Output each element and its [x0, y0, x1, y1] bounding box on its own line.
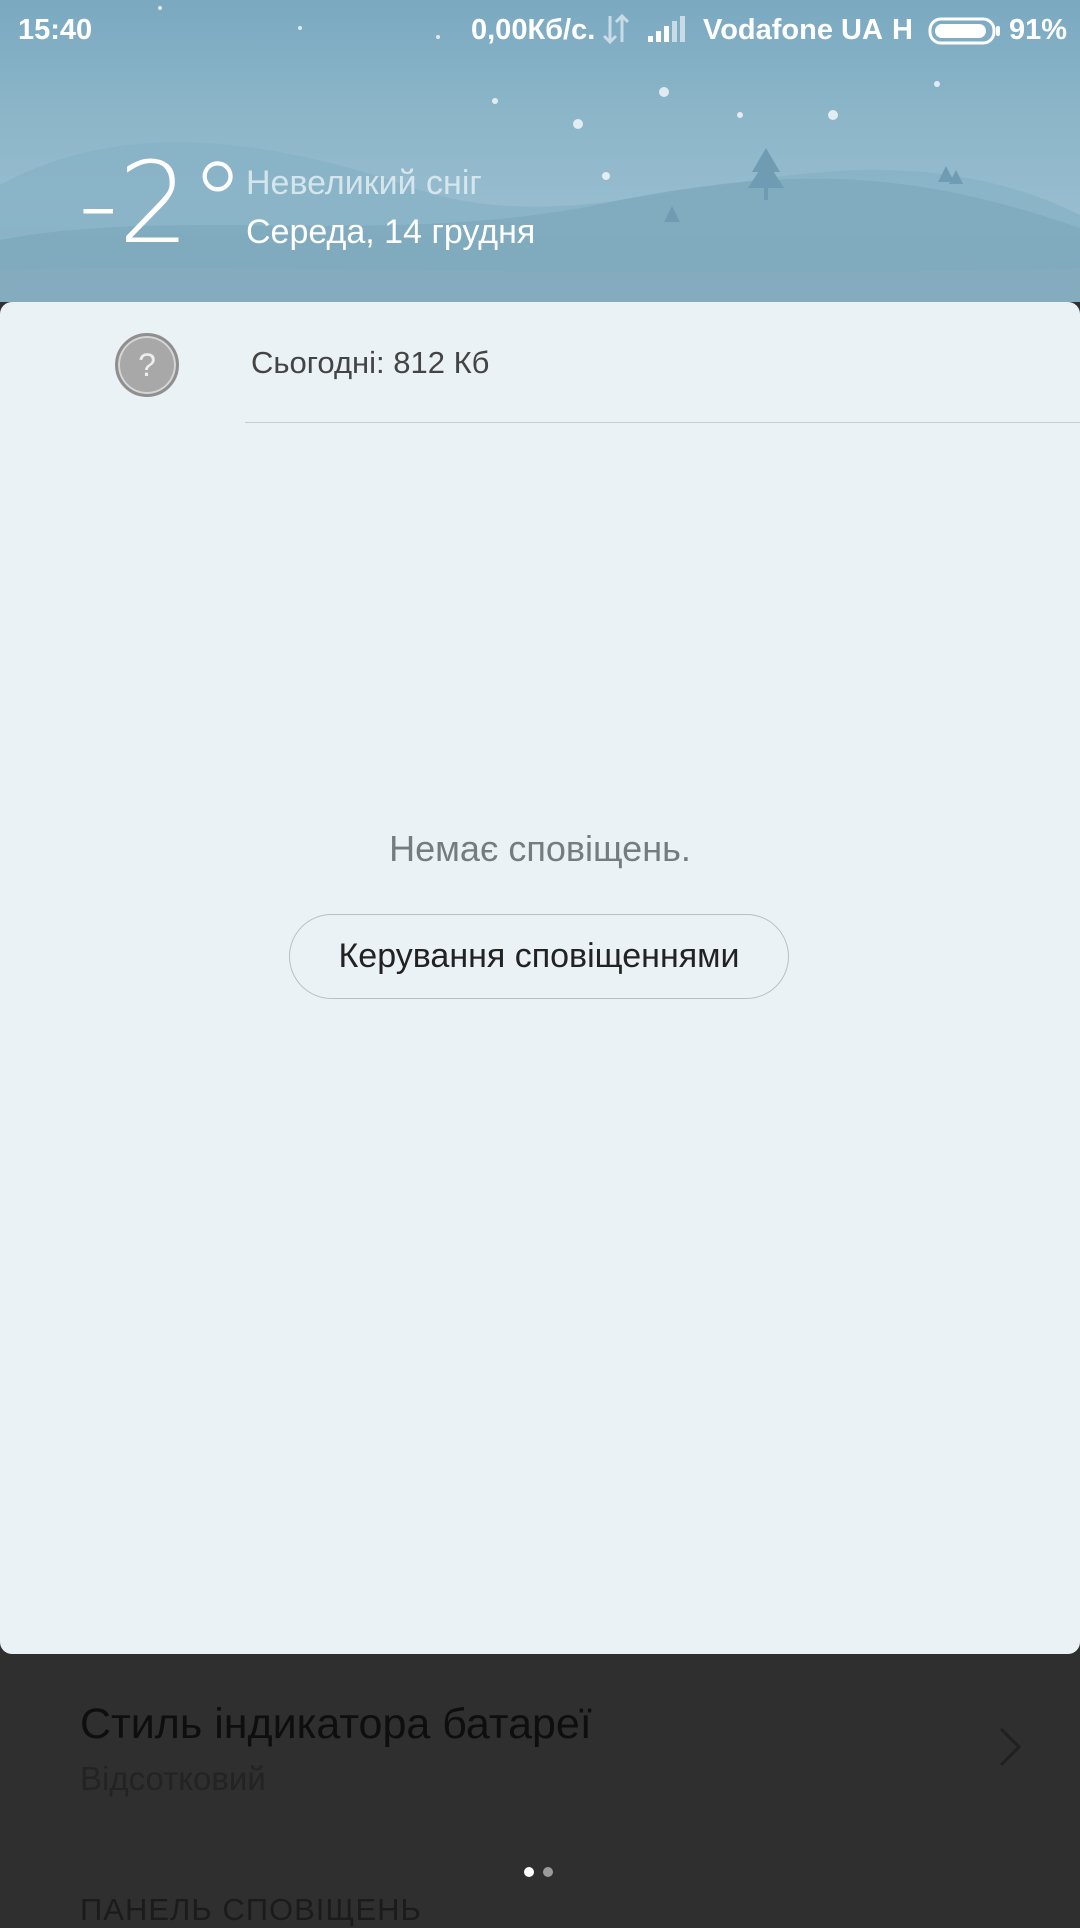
- network-type: H: [892, 14, 913, 46]
- status-bar: 15:40 0,00Кб/с. Vodafone UA H 91%: [0, 0, 1080, 60]
- question-icon[interactable]: ?: [115, 333, 179, 397]
- divider: [245, 422, 1080, 423]
- data-usage-today[interactable]: Сьогодні: 812 Кб: [251, 345, 489, 381]
- clock: 15:40: [18, 14, 93, 46]
- manage-notifications-button[interactable]: Керування сповіщеннями: [289, 914, 789, 999]
- no-notifications-text: Немає сповіщень.: [389, 828, 691, 869]
- battery-style-setting-title: Стиль індикатора батареї: [80, 1700, 592, 1748]
- carrier-name: Vodafone UA: [703, 14, 883, 46]
- net-speed: 0,00Кб/с.: [471, 14, 596, 46]
- section-header-notification-panel: ПАНЕЛЬ СПОВІЩЕНЬ: [80, 1892, 422, 1927]
- weather-date: Середа, 14 грудня: [246, 213, 536, 251]
- temperature: -2°: [78, 139, 246, 269]
- chevron-right-icon: [995, 1725, 1025, 1774]
- signal-icon: [646, 14, 686, 52]
- weather-condition: Невеликий сніг: [246, 164, 482, 202]
- battery-style-setting-value: Відсотковий: [80, 1760, 266, 1797]
- battery-icon: [928, 16, 1002, 54]
- page-dot-active[interactable]: [524, 1867, 534, 1877]
- battery-percent: 91%: [1009, 14, 1068, 46]
- page-dot[interactable]: [543, 1867, 553, 1877]
- data-arrows-icon: [602, 12, 630, 54]
- page-indicator: [524, 1864, 562, 1882]
- weather-header[interactable]: 15:40 0,00Кб/с. Vodafone UA H 91% -2° Не…: [0, 0, 1080, 302]
